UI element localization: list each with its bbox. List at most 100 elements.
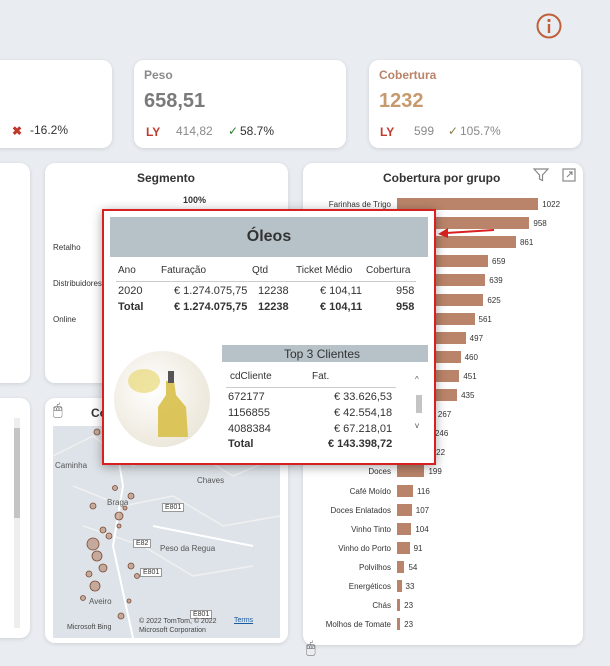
terms-link[interactable]: Terms <box>234 617 253 624</box>
kpi-value: 1232 <box>379 90 424 112</box>
check-icon: ✓ <box>228 124 239 138</box>
segmento-row-label: Distribuidores <box>53 279 102 288</box>
bar-value-label: 246 <box>434 429 449 439</box>
bar-category-label: Doces <box>368 467 391 477</box>
kpi-delta: 58.7% <box>240 124 275 138</box>
bar-value-label: 267 <box>437 410 452 420</box>
mouse-icon: 🖱 <box>53 402 63 419</box>
bar-value-label: 91 <box>413 543 423 553</box>
bar[interactable] <box>397 522 412 535</box>
bar-value-label: 625 <box>487 295 501 305</box>
map-city-label: Caminha <box>55 461 88 470</box>
map-city-label: Braga <box>107 498 129 507</box>
bar[interactable] <box>397 580 402 592</box>
segmento-title: Segmento <box>137 171 196 185</box>
column-header: Fat. <box>312 371 330 382</box>
scrollbar[interactable] <box>14 418 20 628</box>
table-cell: € 1.274.075,75 <box>174 301 248 313</box>
olive-oil-bottle-image <box>114 351 210 447</box>
kpi-value: 658,51 <box>144 90 206 112</box>
bar-value-label: 1022 <box>542 200 561 209</box>
bar-value-label: 861 <box>519 238 534 248</box>
scroll-up-icon[interactable]: ^ <box>415 375 419 384</box>
table-cell: 12238 <box>258 285 289 297</box>
info-icon[interactable] <box>536 13 562 39</box>
bar[interactable] <box>397 618 401 631</box>
table-cell: € 104,11 <box>320 301 363 313</box>
road-label: E801 <box>140 568 163 577</box>
table-cell: Total <box>118 301 144 313</box>
bar-value-label: 54 <box>408 562 418 572</box>
table-cell: € 104,11 <box>320 285 363 297</box>
bar[interactable] <box>397 484 414 497</box>
bar-value-label: 33 <box>405 582 415 591</box>
bar-value-label: 659 <box>492 257 506 267</box>
bar-value-label: 116 <box>417 486 430 496</box>
table-cell: 2020 <box>118 285 143 297</box>
bar[interactable] <box>397 503 412 516</box>
top3-title: Top 3 Clientes <box>284 347 361 361</box>
bing-logo: Microsoft Bing <box>67 624 112 631</box>
bar-category-label: Vinho do Porto <box>338 543 391 553</box>
bar[interactable] <box>397 465 425 478</box>
kpi-title: Cobertura <box>379 68 437 82</box>
column-header: Faturação <box>161 265 207 276</box>
column-header: Cobertura <box>366 265 411 276</box>
map-city-label: Peso da Regua <box>160 544 216 553</box>
bar-value-label: 104 <box>415 524 429 534</box>
table-cell: € 143.398,72 <box>328 438 393 450</box>
scrollbar[interactable]: ^ v <box>414 375 424 435</box>
table-cell: 672177 <box>228 391 265 403</box>
bar[interactable] <box>397 599 401 612</box>
left-lower-panel <box>0 398 30 638</box>
table-cell: Total <box>228 438 254 450</box>
column-header: cdCliente <box>230 371 272 382</box>
kpi-card-peso: Peso 658,51 LY 414,82 ✓ 58.7% <box>134 60 346 148</box>
left-panel <box>0 163 30 383</box>
table-cell: 4088384 <box>228 423 271 435</box>
bar-category-label: Vinho Tinto <box>351 524 391 534</box>
scroll-down-icon[interactable]: v <box>415 421 419 430</box>
kpi-card-left: ✖ -16.2% <box>0 60 112 148</box>
ly-label: LY <box>380 125 395 139</box>
bar-category-label: Energéticos <box>348 582 391 591</box>
map-attribution: © 2022 TomTom, © 2022 Microsoft Corporat… <box>139 618 217 634</box>
mouse-icon: 🖱 <box>306 640 316 657</box>
tooltip-popup: Óleos Ano Faturação Qtd Ticket Médio Cob… <box>102 209 436 465</box>
table-cell: 1156855 <box>228 407 271 419</box>
column-header: Ano <box>118 265 136 276</box>
bar-category-label: Doces Enlatados <box>330 505 391 515</box>
bar-value-label: 23 <box>404 601 414 611</box>
road-label: E82 <box>133 539 152 548</box>
map-city-label: Chaves <box>197 476 225 485</box>
kpi-left-delta: -16.2% <box>30 123 69 137</box>
tooltip-title: Óleos <box>110 217 428 257</box>
table-cell: € 33.626,53 <box>334 391 393 403</box>
bar-value-label: 460 <box>464 352 478 362</box>
bar-category-label: Chás <box>372 601 391 611</box>
bar[interactable] <box>397 560 405 573</box>
bar-category-label: Molhos de Tomate <box>325 620 391 630</box>
table-cell: € 67.218,01 <box>334 423 393 435</box>
segmento-row-label: Retalho <box>53 243 81 252</box>
cross-icon: ✖ <box>12 124 23 138</box>
ly-value: 414,82 <box>176 124 213 138</box>
bar-value-label: 497 <box>469 333 484 343</box>
table-cell: € 1.274.075,75 <box>174 285 248 297</box>
bar-category-label: Polvilhos <box>358 562 391 572</box>
table-cell: 958 <box>396 301 415 313</box>
tooltip-table: Ano Faturação Qtd Ticket Médio Cobertura… <box>116 263 422 323</box>
table-cell: 12238 <box>258 301 289 313</box>
bar[interactable] <box>397 541 410 554</box>
bar-category-label: Café Moído <box>349 486 391 496</box>
kpi-card-cobertura: Cobertura 1232 LY 599 ✓ 105.7% <box>369 60 581 148</box>
bar-value-label: 451 <box>463 371 477 381</box>
kpi-title: Peso <box>144 68 173 82</box>
kpi-delta: 105.7% <box>460 124 501 138</box>
bar-category-label: Farinhas de Trigo <box>328 200 391 209</box>
ly-value: 599 <box>414 124 435 138</box>
bar-value-label: 23 <box>404 620 414 630</box>
check-icon: ✓ <box>448 124 459 138</box>
table-cell: 958 <box>396 285 415 297</box>
bar-value-label: 435 <box>461 391 475 400</box>
